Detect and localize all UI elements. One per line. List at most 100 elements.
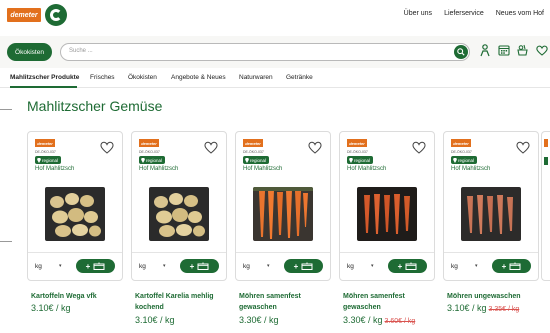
product-card[interactable]: demeter DE-ÖKO-037 regional Hof Mahlitzs… (235, 131, 331, 281)
organic-code: DE-ÖKO-037 (451, 150, 472, 154)
product-price: 3.10€ / kg (31, 303, 71, 313)
tab-angebote-neues[interactable]: Angebote & Neues (171, 74, 226, 81)
tab-oekokisten[interactable]: Ökokisten (128, 74, 157, 81)
card-divider (236, 252, 330, 253)
location-pin-icon (245, 157, 249, 163)
product-price: 3.30€ / kg 3.60€ / kg (343, 315, 415, 325)
product-image-potatoes[interactable] (149, 187, 209, 241)
chevron-down-icon[interactable]: ▾ (475, 263, 478, 269)
basket-icon (197, 262, 209, 270)
regional-tag: regional (35, 156, 62, 164)
product-image-potatoes[interactable] (45, 187, 105, 241)
plus-icon: + (501, 261, 507, 271)
unit-select[interactable]: kg (451, 263, 458, 270)
add-to-basket-button[interactable]: + (76, 259, 115, 273)
search-button[interactable] (454, 45, 468, 59)
carousel-left-line (0, 241, 12, 242)
search-input[interactable]: Suche ... (60, 43, 470, 61)
unit-select[interactable]: kg (243, 263, 250, 270)
favorite-heart-icon[interactable] (516, 141, 530, 154)
plus-icon: + (189, 261, 195, 271)
vegetable-basket-icon[interactable] (516, 43, 529, 57)
current-price: 3.30€ / kg (343, 315, 383, 325)
category-nav: Mahlitzscher Produkte Frisches Ökokisten… (0, 70, 550, 88)
favorite-heart-icon[interactable] (204, 141, 218, 154)
chevron-down-icon[interactable]: ▾ (371, 263, 374, 269)
product-image-carrots[interactable] (253, 187, 313, 241)
active-tab-indicator (10, 86, 77, 88)
demeter-badge: demeter (139, 139, 159, 147)
favorite-heart-icon[interactable] (100, 141, 114, 154)
add-to-basket-button[interactable]: + (388, 259, 427, 273)
farm-name: Hof Mahlitzsch (139, 166, 179, 172)
current-price: 3.10€ / kg (447, 303, 487, 313)
tab-frisches[interactable]: Frisches (90, 74, 115, 81)
card-divider (28, 252, 122, 253)
product-name[interactable]: Kartoffeln Wega vfk (31, 291, 131, 302)
regional-tag: regional (139, 156, 166, 164)
regional-tag: regional (347, 156, 374, 164)
nav-link-about[interactable]: Über uns (404, 10, 432, 17)
tab-getraenke[interactable]: Getränke (286, 74, 313, 81)
tab-naturwaren[interactable]: Naturwaren (239, 74, 273, 81)
regional-label: regional (250, 157, 267, 163)
shop-logo[interactable] (45, 4, 67, 26)
product-image-carrots[interactable] (461, 187, 521, 241)
basket-icon (509, 262, 521, 270)
product-card[interactable]: demeter DE-ÖKO-037 regional Hof Mahlitzs… (27, 131, 123, 281)
card-divider (132, 252, 226, 253)
tab-mahlitzscher-produkte[interactable]: Mahlitzscher Produkte (10, 74, 79, 81)
old-price: 3.35€ / kg (488, 306, 520, 313)
product-card[interactable]: demeter DE-ÖKO-037 regional Hof Mahlitzs… (131, 131, 227, 281)
calendar-icon[interactable] (497, 43, 510, 57)
oekokisten-button[interactable]: Ökokisten (7, 43, 52, 61)
demeter-badge: demeter (35, 139, 55, 147)
demeter-badge: demeter (347, 139, 367, 147)
demeter-logo[interactable]: demeter (7, 8, 41, 22)
chevron-down-icon[interactable]: ▾ (163, 263, 166, 269)
regional-label: regional (42, 157, 59, 163)
product-price: 3.10€ / kg 3.35€ / kg (447, 303, 519, 313)
demeter-badge: demeter (451, 139, 471, 147)
card-divider (340, 252, 434, 253)
add-to-basket-button[interactable]: + (284, 259, 323, 273)
product-card[interactable]: demeter DE-ÖKO-037 regional Hof Mahlitzs… (339, 131, 435, 281)
search-icon (457, 48, 465, 56)
product-card[interactable]: demeter DE-ÖKO-037 regional Hof Mahlitzs… (443, 131, 539, 281)
next-card-peek (541, 131, 550, 281)
unit-select[interactable]: kg (35, 263, 42, 270)
location-pin-icon (349, 157, 353, 163)
product-name[interactable]: Möhren samenfest gewaschen (239, 291, 339, 313)
top-nav: Über uns Lieferservice Neues vom Hof (404, 10, 544, 17)
product-name[interactable]: Möhren samenfest gewaschen (343, 291, 443, 313)
chevron-down-icon[interactable]: ▾ (267, 263, 270, 269)
organic-code: DE-ÖKO-037 (35, 150, 56, 154)
header-icons (478, 43, 548, 57)
basket-icon (93, 262, 105, 270)
regional-label: regional (146, 157, 163, 163)
product-name[interactable]: Kartoffel Karelia mehlig kochend (135, 291, 235, 313)
basket-icon (301, 262, 313, 270)
unit-select[interactable]: kg (347, 263, 354, 270)
product-image-carrots[interactable] (357, 187, 417, 241)
location-pin-icon (141, 157, 145, 163)
chevron-down-icon[interactable]: ▾ (59, 263, 62, 269)
basket-icon (405, 262, 417, 270)
add-to-basket-button[interactable]: + (180, 259, 219, 273)
section-divider (0, 109, 12, 110)
unit-select[interactable]: kg (139, 263, 146, 270)
favorite-heart-icon[interactable] (412, 141, 426, 154)
location-pin-icon (453, 157, 457, 163)
regional-tag: regional (451, 156, 478, 164)
add-to-basket-button[interactable]: + (492, 259, 531, 273)
nav-link-delivery[interactable]: Lieferservice (444, 10, 484, 17)
product-price: 3.30€ / kg (239, 315, 279, 325)
person-icon[interactable] (478, 43, 491, 57)
search-placeholder: Suche ... (69, 48, 93, 54)
regional-label: regional (458, 157, 475, 163)
product-name[interactable]: Möhren ungewaschen (447, 291, 547, 302)
favorite-heart-icon[interactable] (308, 141, 322, 154)
regional-label: regional (354, 157, 371, 163)
nav-link-news[interactable]: Neues vom Hof (496, 10, 544, 17)
heart-icon[interactable] (535, 43, 548, 57)
